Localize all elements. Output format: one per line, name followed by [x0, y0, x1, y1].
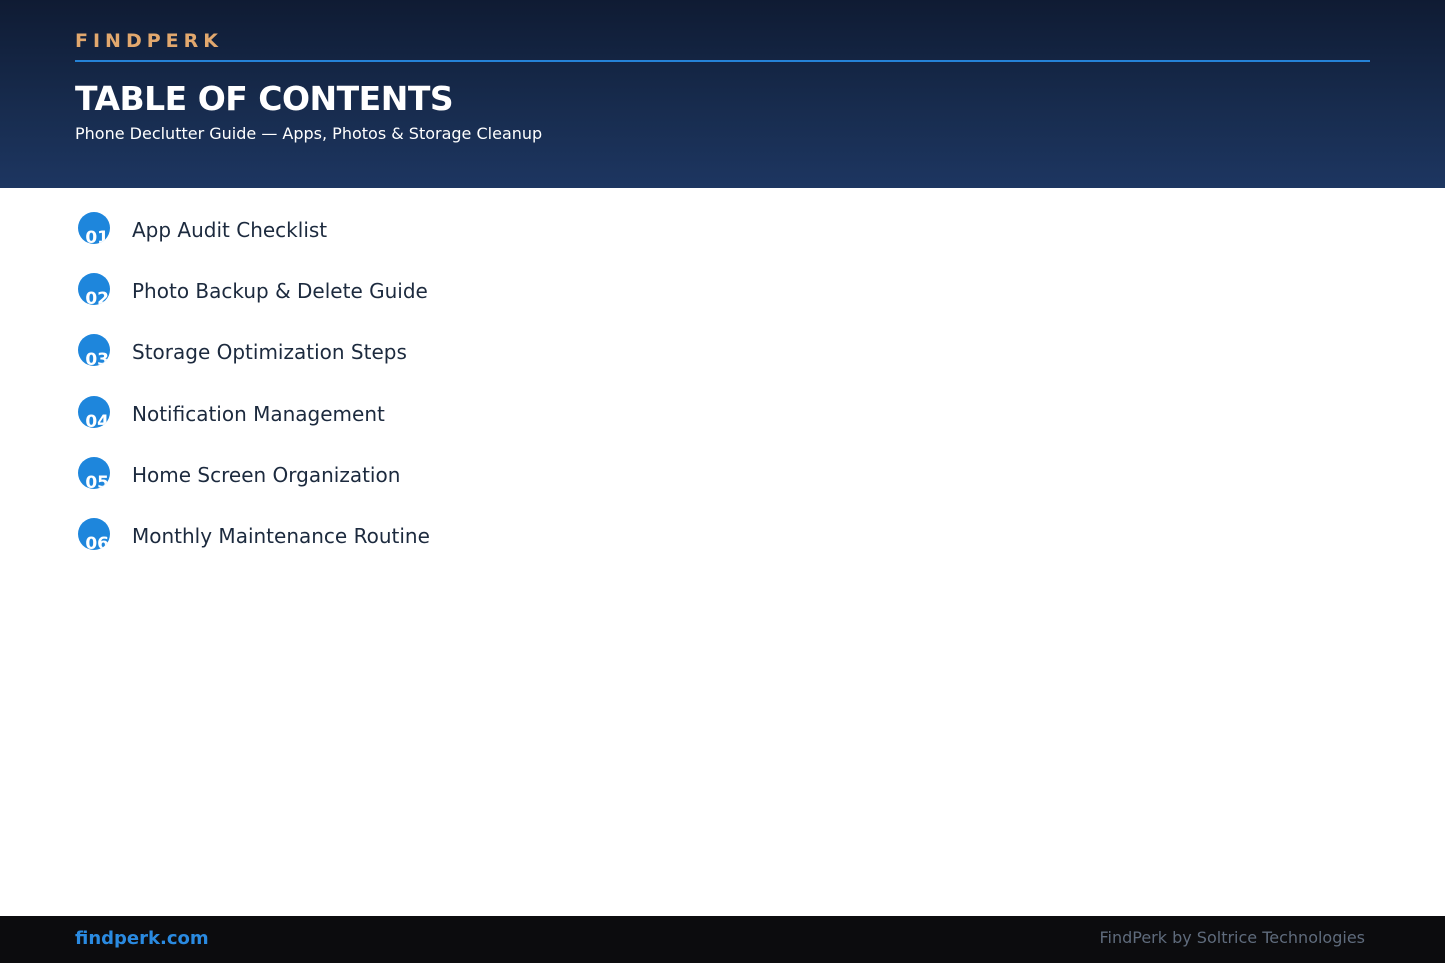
toc-item-label: App Audit Checklist — [132, 218, 328, 242]
toc-number-badge: 03 — [78, 334, 110, 367]
toc-item-app-audit[interactable]: 01 App Audit Checklist — [78, 210, 430, 271]
toc-item-label: Monthly Maintenance Routine — [132, 523, 430, 548]
toc-number-badge: 06 — [78, 517, 110, 550]
toc-item-home-screen[interactable]: 05 Home Screen Organization — [78, 455, 430, 516]
toc-number: 02 — [85, 289, 109, 306]
toc-item-label: Photo Backup & Delete Guide — [132, 279, 428, 304]
page-footer: findperk.com FindPerk by Soltrice Techno… — [0, 916, 1445, 963]
page-title: TABLE OF CONTENTS — [75, 79, 454, 118]
header-divider — [75, 60, 1370, 62]
toc-number: 01 — [85, 228, 109, 244]
toc-number: 04 — [85, 411, 109, 428]
toc-item-photo-backup[interactable]: 02 Photo Backup & Delete Guide — [78, 271, 430, 332]
toc-item-label: Home Screen Organization — [132, 462, 401, 487]
toc-number: 06 — [85, 533, 109, 550]
toc-item-label: Notification Management — [132, 401, 385, 426]
table-of-contents: 01 App Audit Checklist 02 Photo Backup &… — [78, 210, 430, 577]
toc-item-monthly-maintenance[interactable]: 06 Monthly Maintenance Routine — [78, 516, 430, 577]
page-subtitle: Phone Declutter Guide — Apps, Photos & S… — [75, 124, 543, 143]
brand-wordmark: FINDPERK — [75, 30, 223, 52]
toc-number-badge: 02 — [78, 273, 110, 306]
page-header: FINDPERK TABLE OF CONTENTS Phone Declutt… — [0, 0, 1445, 188]
website-link[interactable]: findperk.com — [75, 928, 209, 950]
toc-number: 03 — [85, 350, 109, 367]
toc-number-badge: 05 — [78, 456, 110, 489]
footer-credit: FindPerk by Soltrice Technologies — [1099, 928, 1365, 947]
toc-item-notification-management[interactable]: 04 Notification Management — [78, 394, 430, 455]
toc-item-label: Storage Optimization Steps — [132, 340, 407, 365]
toc-number-badge: 04 — [78, 395, 110, 428]
toc-item-storage-optimization[interactable]: 03 Storage Optimization Steps — [78, 332, 430, 393]
toc-number: 05 — [85, 472, 109, 489]
toc-number-badge: 01 — [78, 212, 110, 244]
